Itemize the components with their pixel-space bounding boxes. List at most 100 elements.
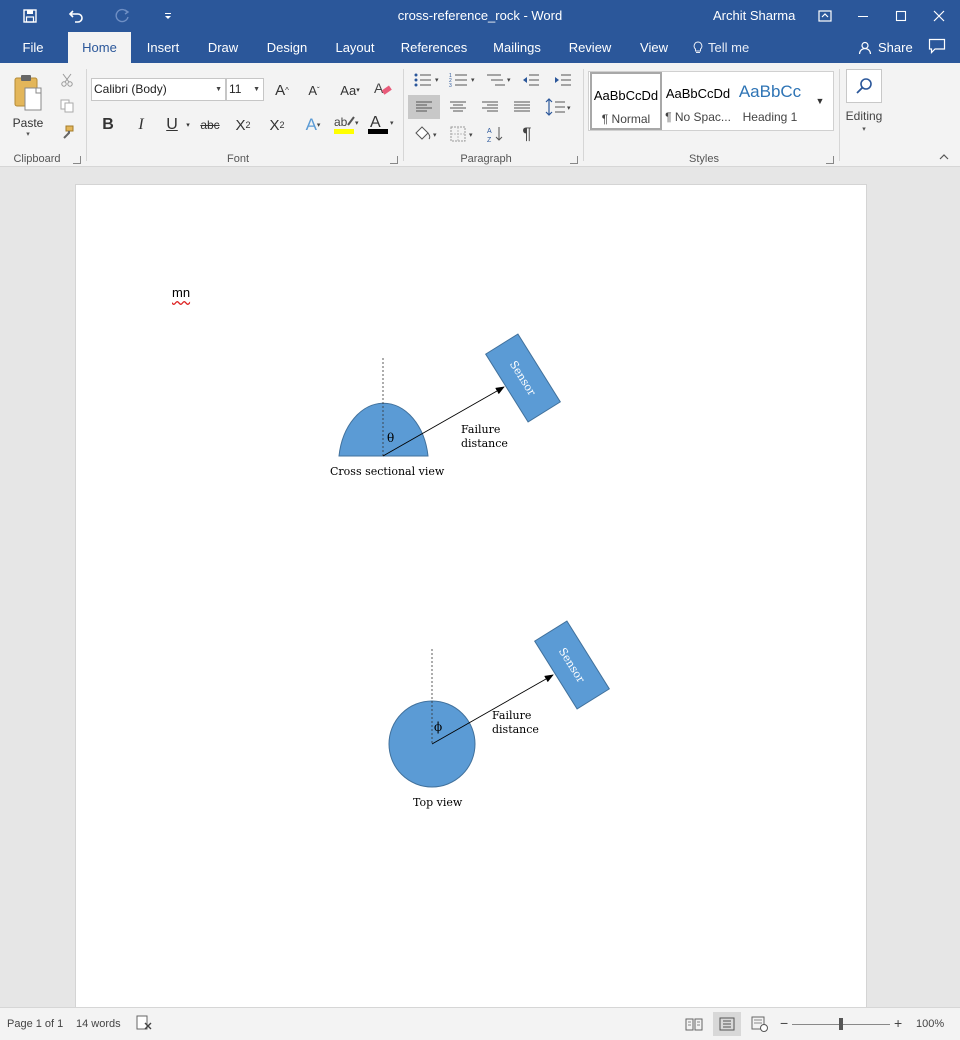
numbering-icon[interactable]: 1 2 3 ▾ <box>448 69 478 91</box>
proofing-icon[interactable] <box>136 1015 152 1034</box>
change-case-button[interactable]: Aa ▾ <box>336 79 364 101</box>
font-name-value: Calibri (Body) <box>94 82 167 96</box>
shading-icon[interactable]: ▾ <box>412 123 442 145</box>
zoom-slider-thumb[interactable] <box>839 1018 843 1030</box>
format-painter-icon[interactable] <box>58 123 76 141</box>
ribbon-display-options-icon[interactable] <box>806 0 844 32</box>
subscript-icon[interactable]: X2 <box>232 113 254 137</box>
superscript-icon[interactable]: X2 <box>266 113 288 137</box>
word-count[interactable]: 14 words <box>76 1018 121 1030</box>
editing-button[interactable]: Editing ▾ <box>844 69 884 141</box>
multilevel-list-icon[interactable]: ▾ <box>484 69 514 91</box>
tab-file[interactable]: File <box>8 32 58 63</box>
underline-dropdown-icon[interactable]: ▾ <box>183 115 193 135</box>
increase-indent-icon[interactable] <box>552 69 574 91</box>
failure-label-line: Failure <box>492 709 532 722</box>
chevron-down-icon: ▾ <box>862 126 866 133</box>
svg-text:3: 3 <box>449 83 452 88</box>
styles-more-icon[interactable]: ▼ <box>812 89 828 113</box>
person-icon <box>858 41 872 54</box>
sensor-shape[interactable]: Sensor <box>485 333 561 423</box>
sensor-shape[interactable]: Sensor <box>534 620 610 710</box>
styles-group-label: Styles <box>689 153 719 165</box>
close-button[interactable] <box>920 0 958 32</box>
minimize-button[interactable] <box>844 0 882 32</box>
tab-review[interactable]: Review <box>566 32 614 63</box>
tab-design[interactable]: Design <box>260 32 314 63</box>
clipboard-dialog-launcher[interactable] <box>73 156 81 164</box>
style-sample: AaBbCc <box>738 82 802 101</box>
font-group-label: Font <box>226 153 249 165</box>
collapse-ribbon-icon[interactable] <box>936 149 952 165</box>
underline-button[interactable]: U <box>162 113 182 137</box>
zoom-level[interactable]: 100% <box>916 1018 944 1030</box>
zoom-in-icon[interactable]: + <box>894 1015 902 1031</box>
chevron-down-icon: ▼ <box>253 86 260 93</box>
share-button[interactable]: Share <box>858 40 913 55</box>
align-right-icon[interactable] <box>478 95 502 119</box>
half-circle-shape[interactable] <box>338 402 429 457</box>
document-page[interactable]: mn Sensor Sensor θ Failure distance Cros… <box>75 184 867 1007</box>
shrink-font-icon[interactable]: Aˇ <box>304 79 324 101</box>
tab-mailings[interactable]: Mailings <box>488 32 546 63</box>
status-bar: Page 1 of 1 14 words − + 100% <box>0 1007 960 1040</box>
copy-icon[interactable] <box>58 97 76 115</box>
svg-text:A: A <box>374 80 384 96</box>
bullets-icon[interactable]: ▾ <box>412 69 442 91</box>
italic-button[interactable]: I <box>131 113 151 137</box>
font-size-combo[interactable]: 11 ▼ <box>226 78 264 101</box>
style-heading-1[interactable]: AaBbCc Heading 1 <box>734 72 806 130</box>
title-bar: cross-reference_rock - Word Archit Sharm… <box>0 0 960 32</box>
svg-text:▾: ▾ <box>507 77 511 84</box>
font-name-combo[interactable]: Calibri (Body) ▼ <box>91 78 226 101</box>
group-separator <box>86 69 87 161</box>
line-spacing-icon[interactable]: ▾ <box>544 95 574 119</box>
align-center-icon[interactable] <box>446 95 470 119</box>
grow-font-icon[interactable]: A ^ <box>272 79 292 101</box>
tell-me-box[interactable]: Tell me <box>692 40 749 55</box>
style-normal[interactable]: AaBbCcDd ¶ Normal <box>590 72 662 130</box>
svg-text:A: A <box>370 114 381 131</box>
share-label: Share <box>878 40 913 55</box>
tab-insert[interactable]: Insert <box>138 32 188 63</box>
strikethrough-button[interactable]: abc <box>198 113 222 137</box>
comments-icon[interactable] <box>928 38 948 58</box>
styles-dialog-launcher[interactable] <box>826 156 834 164</box>
font-color-icon[interactable]: A ▾ <box>366 111 398 139</box>
style-no-spacing[interactable]: AaBbCcDd ¶ No Spac... <box>662 72 734 130</box>
font-dialog-launcher[interactable] <box>390 156 398 164</box>
align-left-icon[interactable] <box>408 95 440 119</box>
maximize-button[interactable] <box>882 0 920 32</box>
highlight-color-icon[interactable]: ab ▾ <box>332 111 362 139</box>
print-layout-icon[interactable] <box>713 1012 741 1036</box>
bold-button[interactable]: B <box>98 113 118 137</box>
web-layout-icon[interactable] <box>746 1012 774 1036</box>
tab-home[interactable]: Home <box>68 32 131 63</box>
read-mode-icon[interactable] <box>680 1012 708 1036</box>
top-view-diagram: Sensor <box>388 620 610 788</box>
show-formatting-marks-icon[interactable]: ¶ <box>516 123 538 145</box>
paste-icon <box>14 75 42 111</box>
zoom-out-icon[interactable]: − <box>780 1015 788 1031</box>
theta-label: θ <box>387 431 395 445</box>
tab-draw[interactable]: Draw <box>200 32 246 63</box>
cut-icon[interactable] <box>58 71 76 89</box>
style-name: Heading 1 <box>742 110 798 124</box>
user-name[interactable]: Archit Sharma <box>713 8 795 23</box>
document-area[interactable]: mn Sensor Sensor θ Failure distance Cros… <box>0 167 960 1007</box>
paragraph-dialog-launcher[interactable] <box>570 156 578 164</box>
text-effects-icon[interactable]: A ▾ <box>300 113 326 137</box>
sort-icon[interactable]: AZ <box>484 123 506 145</box>
clipboard-group-label: Clipboard <box>13 153 61 165</box>
chevron-down-icon: ▼ <box>215 86 222 93</box>
borders-icon[interactable]: ▾ <box>448 123 478 145</box>
paste-button[interactable]: Paste ▾ <box>8 67 48 143</box>
page-count[interactable]: Page 1 of 1 <box>7 1018 63 1030</box>
clear-formatting-icon[interactable]: A <box>372 77 394 101</box>
decrease-indent-icon[interactable] <box>520 69 542 91</box>
tab-layout[interactable]: Layout <box>330 32 380 63</box>
tab-view[interactable]: View <box>634 32 674 63</box>
tab-references[interactable]: References <box>398 32 470 63</box>
justify-icon[interactable] <box>510 95 534 119</box>
style-sample: AaBbCcDd <box>593 88 659 103</box>
